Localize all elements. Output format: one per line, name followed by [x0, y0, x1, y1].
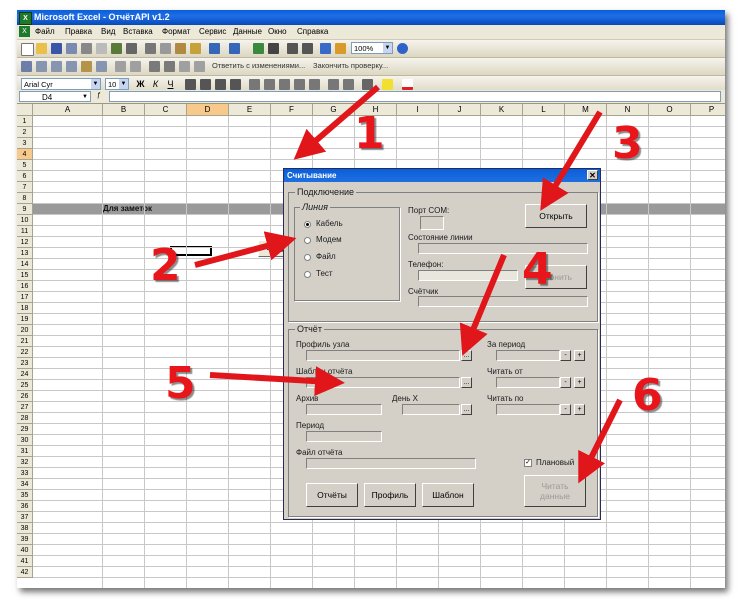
- arrow-6: [578, 398, 623, 484]
- annotation-3: 3: [612, 118, 643, 169]
- annotation-5: 5: [165, 358, 196, 409]
- annotation-4: 4: [522, 244, 553, 295]
- annotation-arrows: [194, 84, 623, 484]
- arrow-2: [194, 231, 297, 268]
- annotation-6: 6: [632, 370, 663, 421]
- arrow-3: [540, 110, 603, 211]
- arrow-4: [459, 253, 507, 356]
- annotation-1: 1: [354, 108, 385, 159]
- annotation-2: 2: [150, 240, 181, 291]
- arrow-5: [209, 366, 345, 397]
